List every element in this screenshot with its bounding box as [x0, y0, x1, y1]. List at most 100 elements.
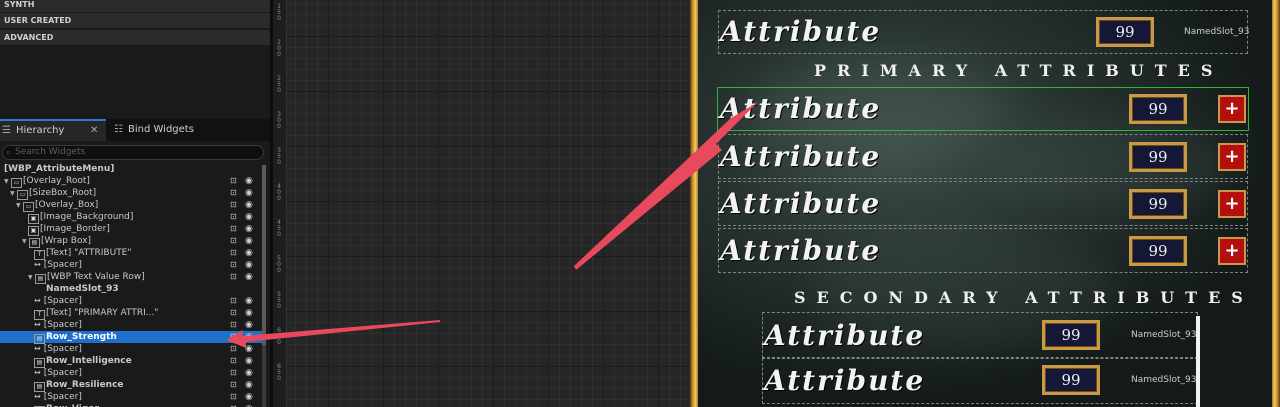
- lock-icon[interactable]: ⊡: [230, 259, 237, 271]
- visibility-eye-icon[interactable]: ◉: [245, 271, 253, 283]
- tree-item-label: [Image_Border]: [40, 224, 110, 234]
- lock-icon[interactable]: ⊡: [230, 319, 237, 331]
- close-tab-icon[interactable]: ✕: [90, 121, 98, 140]
- lock-icon[interactable]: ⊡: [230, 223, 237, 235]
- palette-category-synth[interactable]: SYNTH: [0, 0, 270, 13]
- visibility-eye-icon[interactable]: ◉: [245, 247, 253, 259]
- tree-item[interactable]: ↔ [Spacer] ⊡ ◉: [0, 343, 262, 355]
- lock-icon[interactable]: ⊡: [230, 271, 237, 283]
- hierarchy-scrollbar[interactable]: [262, 165, 266, 407]
- tab-hierarchy-label: Hierarchy: [16, 125, 65, 136]
- tree-item[interactable]: ↔ [Spacer] ⊡ ◉: [0, 367, 262, 379]
- visibility-eye-icon[interactable]: ◉: [245, 367, 253, 379]
- designer-canvas[interactable]: [273, 0, 690, 407]
- primary-attributes-title: PRIMARY ATTRIBUTES: [814, 61, 1224, 80]
- ruler-tick-label: 4 0 0: [277, 183, 281, 202]
- tree-item[interactable]: ▼ ▭ [Overlay_Box] ⊡ ◉: [0, 199, 262, 212]
- value-box: 99: [1129, 236, 1187, 266]
- visibility-eye-icon[interactable]: ◉: [245, 295, 253, 307]
- tree-item-label: [Spacer]: [43, 392, 82, 402]
- attribute-label: Attribute: [720, 140, 882, 173]
- tree-item-label: [Overlay_Box]: [35, 200, 99, 210]
- tree-item[interactable]: ▤ Row_Resilience ⊡ ◉: [0, 379, 262, 392]
- visibility-eye-icon[interactable]: ◉: [245, 211, 253, 223]
- tree-item-label: [Image_Background]: [40, 212, 134, 222]
- spacer-icon: ↔: [34, 368, 41, 377]
- lock-icon[interactable]: ⊡: [230, 379, 237, 391]
- lock-icon[interactable]: ⊡: [230, 391, 237, 403]
- visibility-eye-icon[interactable]: ◉: [245, 391, 253, 403]
- scrollbar-thumb[interactable]: [262, 165, 266, 345]
- ruler-tick-label: 3 0 0: [277, 111, 281, 130]
- list-icon: ☷: [114, 124, 123, 135]
- visibility-eye-icon[interactable]: ◉: [245, 307, 253, 319]
- lock-icon[interactable]: ⊡: [230, 367, 237, 379]
- visibility-eye-icon[interactable]: ◉: [245, 199, 253, 211]
- tree-item-label: [Spacer]: [43, 260, 82, 270]
- tree-item[interactable]: ↔ [Spacer] ⊡ ◉: [0, 259, 262, 271]
- lock-icon[interactable]: ⊡: [230, 235, 237, 247]
- visibility-eye-icon[interactable]: ◉: [245, 319, 253, 331]
- tree-item[interactable]: ▣ [Image_Background] ⊡ ◉: [0, 211, 262, 224]
- visibility-eye-icon[interactable]: ◉: [245, 175, 253, 187]
- tree-item[interactable]: [WBP_AttributeMenu]: [0, 163, 262, 175]
- lock-icon[interactable]: ⊡: [230, 175, 237, 187]
- lock-icon[interactable]: ⊡: [230, 211, 237, 223]
- plus-button[interactable]: +: [1218, 143, 1246, 171]
- visibility-eye-icon[interactable]: ◉: [245, 379, 253, 391]
- lock-icon[interactable]: ⊡: [230, 331, 237, 343]
- tree-item[interactable]: ▣ [Image_Border] ⊡ ◉: [0, 223, 262, 236]
- lock-icon[interactable]: ⊡: [230, 187, 237, 199]
- tree-item[interactable]: ▼ ▤ [Wrap Box] ⊡ ◉: [0, 235, 262, 248]
- tree-item[interactable]: NamedSlot_93: [0, 283, 262, 295]
- lock-icon[interactable]: ⊡: [230, 295, 237, 307]
- ruler-tick-label: 6 5 0: [277, 363, 281, 382]
- tree-item[interactable]: T [Text] "PRIMARY ATTRI..." ⊡ ◉: [0, 307, 262, 320]
- tree-item[interactable]: ▤ Row_Intelligence ⊡ ◉: [0, 355, 262, 368]
- search-widgets-input[interactable]: ⌕ Search Widgets: [2, 145, 264, 160]
- tree-item[interactable]: ↔ [Spacer] ⊡ ◉: [0, 319, 262, 331]
- tree-item[interactable]: ↔ [Spacer] ⊡ ◉: [0, 391, 262, 403]
- lock-icon[interactable]: ⊡: [230, 199, 237, 211]
- tree-item-label: [Spacer]: [43, 344, 82, 354]
- plus-button[interactable]: +: [1218, 95, 1246, 123]
- tree-item[interactable]: ▤ Row_Strength ⊡ ◉: [0, 331, 262, 344]
- visibility-eye-icon[interactable]: ◉: [245, 235, 253, 247]
- visibility-eye-icon[interactable]: ◉: [245, 355, 253, 367]
- plus-button[interactable]: +: [1218, 190, 1246, 218]
- lock-icon[interactable]: ⊡: [230, 307, 237, 319]
- spacer-icon: ↔: [34, 320, 41, 329]
- tab-hierarchy[interactable]: ☰ Hierarchy ✕: [0, 119, 106, 141]
- secondary-scrollbar[interactable]: [1196, 316, 1200, 407]
- tab-bind-widgets[interactable]: ☷ Bind Widgets: [112, 119, 262, 141]
- attribute-label: Attribute: [720, 92, 882, 125]
- tree-item-label: NamedSlot_93: [46, 284, 119, 294]
- plus-button[interactable]: +: [1218, 237, 1246, 265]
- visibility-eye-icon[interactable]: ◉: [245, 403, 253, 407]
- palette-category-user-created[interactable]: USER CREATED: [0, 13, 270, 29]
- visibility-eye-icon[interactable]: ◉: [245, 223, 253, 235]
- visibility-eye-icon[interactable]: ◉: [245, 331, 253, 343]
- ruler-tick-label: 4 5 0: [277, 219, 281, 238]
- hierarchy-icon: ☰: [2, 125, 11, 136]
- tree-item[interactable]: T [Text] "ATTRIBUTE" ⊡ ◉: [0, 247, 262, 260]
- value-box: 99: [1129, 189, 1187, 219]
- spacer-icon: ↔: [34, 296, 41, 305]
- ruler-tick-label: 6 0 0: [277, 327, 281, 346]
- tree-item[interactable]: ▤Row_Vigor⊡◉: [0, 403, 262, 407]
- secondary-attributes-title: SECONDARY ATTRIBUTES: [794, 288, 1254, 307]
- ruler-tick-label: 5 0 0: [277, 255, 281, 274]
- tree-item[interactable]: ↔ [Spacer] ⊡ ◉: [0, 295, 262, 307]
- lock-icon[interactable]: ⊡: [230, 403, 237, 407]
- lock-icon[interactable]: ⊡: [230, 247, 237, 259]
- lock-icon[interactable]: ⊡: [230, 343, 237, 355]
- attribute-label: Attribute: [764, 319, 926, 352]
- lock-icon[interactable]: ⊡: [230, 355, 237, 367]
- visibility-eye-icon[interactable]: ◉: [245, 343, 253, 355]
- palette-category-advanced[interactable]: ADVANCED: [0, 30, 270, 46]
- tree-item[interactable]: ▼ ▭ [SizeBox_Root] ⊡ ◉: [0, 187, 262, 200]
- tree-item[interactable]: ▼ ▤ [WBP Text Value Row] ⊡ ◉: [0, 271, 262, 284]
- visibility-eye-icon[interactable]: ◉: [245, 259, 253, 271]
- visibility-eye-icon[interactable]: ◉: [245, 187, 253, 199]
- tree-item[interactable]: ▼ ▭ [Overlay_Root] ⊡ ◉: [0, 175, 262, 188]
